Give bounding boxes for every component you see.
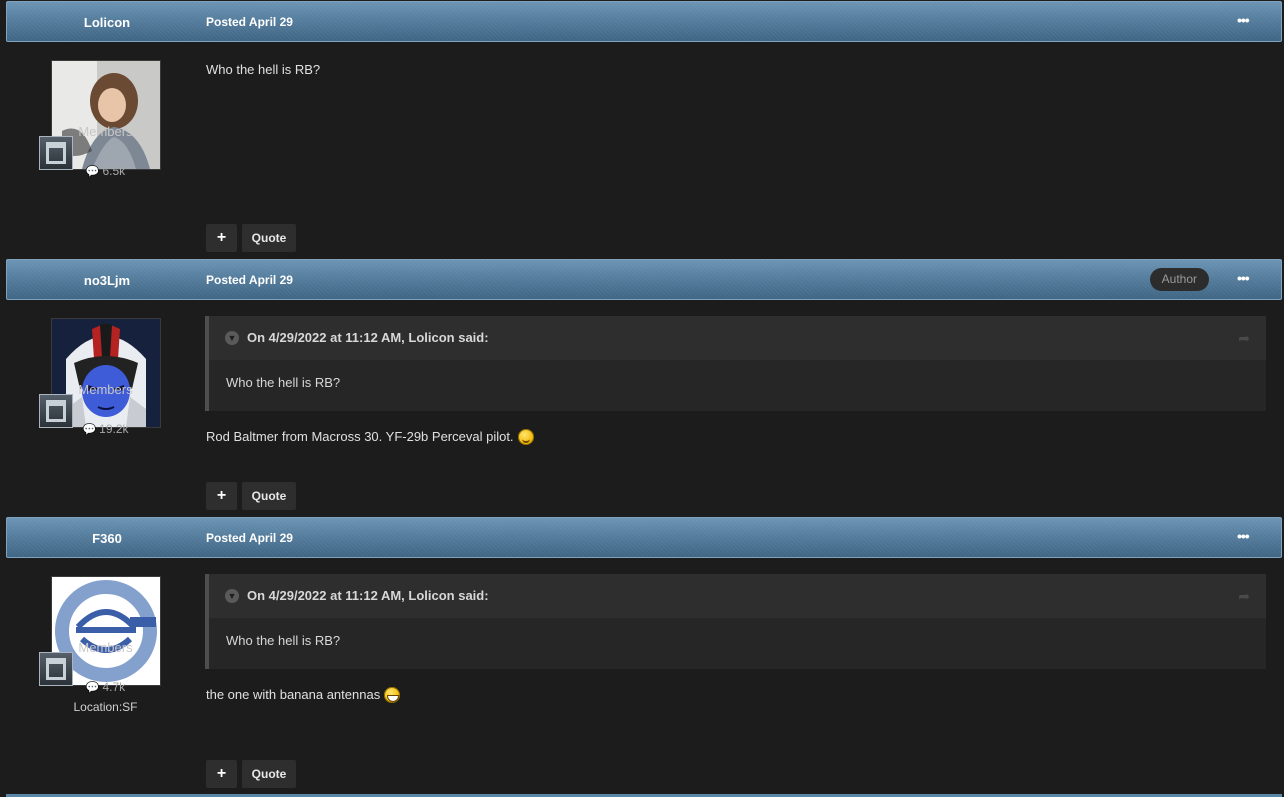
- posted-date[interactable]: Posted April 29: [206, 260, 293, 301]
- add-reaction-button[interactable]: +: [206, 224, 237, 252]
- author-badge: Author: [1149, 268, 1209, 291]
- comment-bubble-icon: 💬: [85, 166, 100, 178]
- quote-block: ▼ On 4/29/2022 at 11:12 AM, Lolicon said…: [205, 574, 1266, 669]
- ellipsis-icon[interactable]: •••: [1237, 13, 1253, 29]
- chevron-down-icon[interactable]: ▼: [225, 331, 239, 345]
- share-arrow-icon[interactable]: ➦: [1238, 588, 1250, 605]
- post-header: F360 Posted April 29 •••: [6, 517, 1282, 558]
- post-content: Rod Baltmer from Macross 30. YF-29b Perc…: [206, 429, 514, 444]
- quote-button[interactable]: Quote: [242, 760, 296, 788]
- quote-citation: On 4/29/2022 at 11:12 AM, Lolicon said:: [247, 330, 489, 345]
- quote-block: ▼ On 4/29/2022 at 11:12 AM, Lolicon said…: [205, 316, 1266, 411]
- ellipsis-icon[interactable]: •••: [1237, 271, 1253, 287]
- grin-emoji-icon: [384, 687, 401, 703]
- add-reaction-button[interactable]: +: [206, 482, 237, 510]
- location: Location:SF: [73, 700, 138, 714]
- share-arrow-icon[interactable]: ➦: [1238, 330, 1250, 347]
- member-group: Members: [78, 124, 133, 139]
- post-lolicon: Lolicon Posted April 29 ••• Members 💬 6.5…: [0, 1, 1284, 258]
- post-f360: F360 Posted April 29 ••• Members 💬 4.7k L…: [0, 517, 1284, 794]
- post-count: 💬 4.7k: [0, 680, 211, 694]
- posted-date[interactable]: Posted April 29: [206, 518, 293, 559]
- post-content-row: Rod Baltmer from Macross 30. YF-29b Perc…: [206, 429, 534, 445]
- member-group: Members: [78, 382, 133, 397]
- post-count-value: 19.2k: [99, 422, 129, 436]
- post-content-row: the one with banana antennas: [206, 687, 401, 703]
- quote-citation: On 4/29/2022 at 11:12 AM, Lolicon said:: [247, 588, 489, 603]
- quote-body: Who the hell is RB?: [226, 633, 341, 648]
- post-count: 💬 19.2k: [0, 422, 211, 436]
- author-name-link[interactable]: F360: [7, 518, 207, 559]
- member-group: Members: [78, 640, 133, 655]
- chevron-down-icon[interactable]: ▼: [225, 589, 239, 603]
- post-count-value: 4.7k: [102, 680, 126, 694]
- quote-button[interactable]: Quote: [242, 482, 296, 510]
- quote-header[interactable]: ▼ On 4/29/2022 at 11:12 AM, Lolicon said…: [209, 316, 1266, 360]
- add-reaction-button[interactable]: +: [206, 760, 237, 788]
- post-count: 💬 6.5k: [0, 164, 211, 178]
- comment-bubble-icon: 💬: [85, 682, 100, 694]
- post-no3ljm: no3Ljm Posted April 29 Author ••• Member…: [0, 259, 1284, 516]
- post-count-value: 6.5k: [102, 164, 126, 178]
- wink-emoji-icon: [517, 429, 534, 445]
- post-content: Who the hell is RB?: [206, 62, 321, 77]
- author-name-link[interactable]: Lolicon: [7, 2, 207, 43]
- author-name-link[interactable]: no3Ljm: [7, 260, 207, 301]
- quote-body: Who the hell is RB?: [226, 375, 341, 390]
- avatar-container: [39, 318, 161, 428]
- quote-header[interactable]: ▼ On 4/29/2022 at 11:12 AM, Lolicon said…: [209, 574, 1266, 618]
- quote-button[interactable]: Quote: [242, 224, 296, 252]
- avatar-container: [39, 576, 161, 686]
- post-content: the one with banana antennas: [206, 687, 381, 702]
- ellipsis-icon[interactable]: •••: [1237, 529, 1253, 545]
- avatar-container: [39, 60, 161, 170]
- posted-date[interactable]: Posted April 29: [206, 2, 293, 43]
- comment-bubble-icon: 💬: [82, 424, 97, 436]
- post-header: no3Ljm Posted April 29 Author •••: [6, 259, 1282, 300]
- post-header: Lolicon Posted April 29 •••: [6, 1, 1282, 42]
